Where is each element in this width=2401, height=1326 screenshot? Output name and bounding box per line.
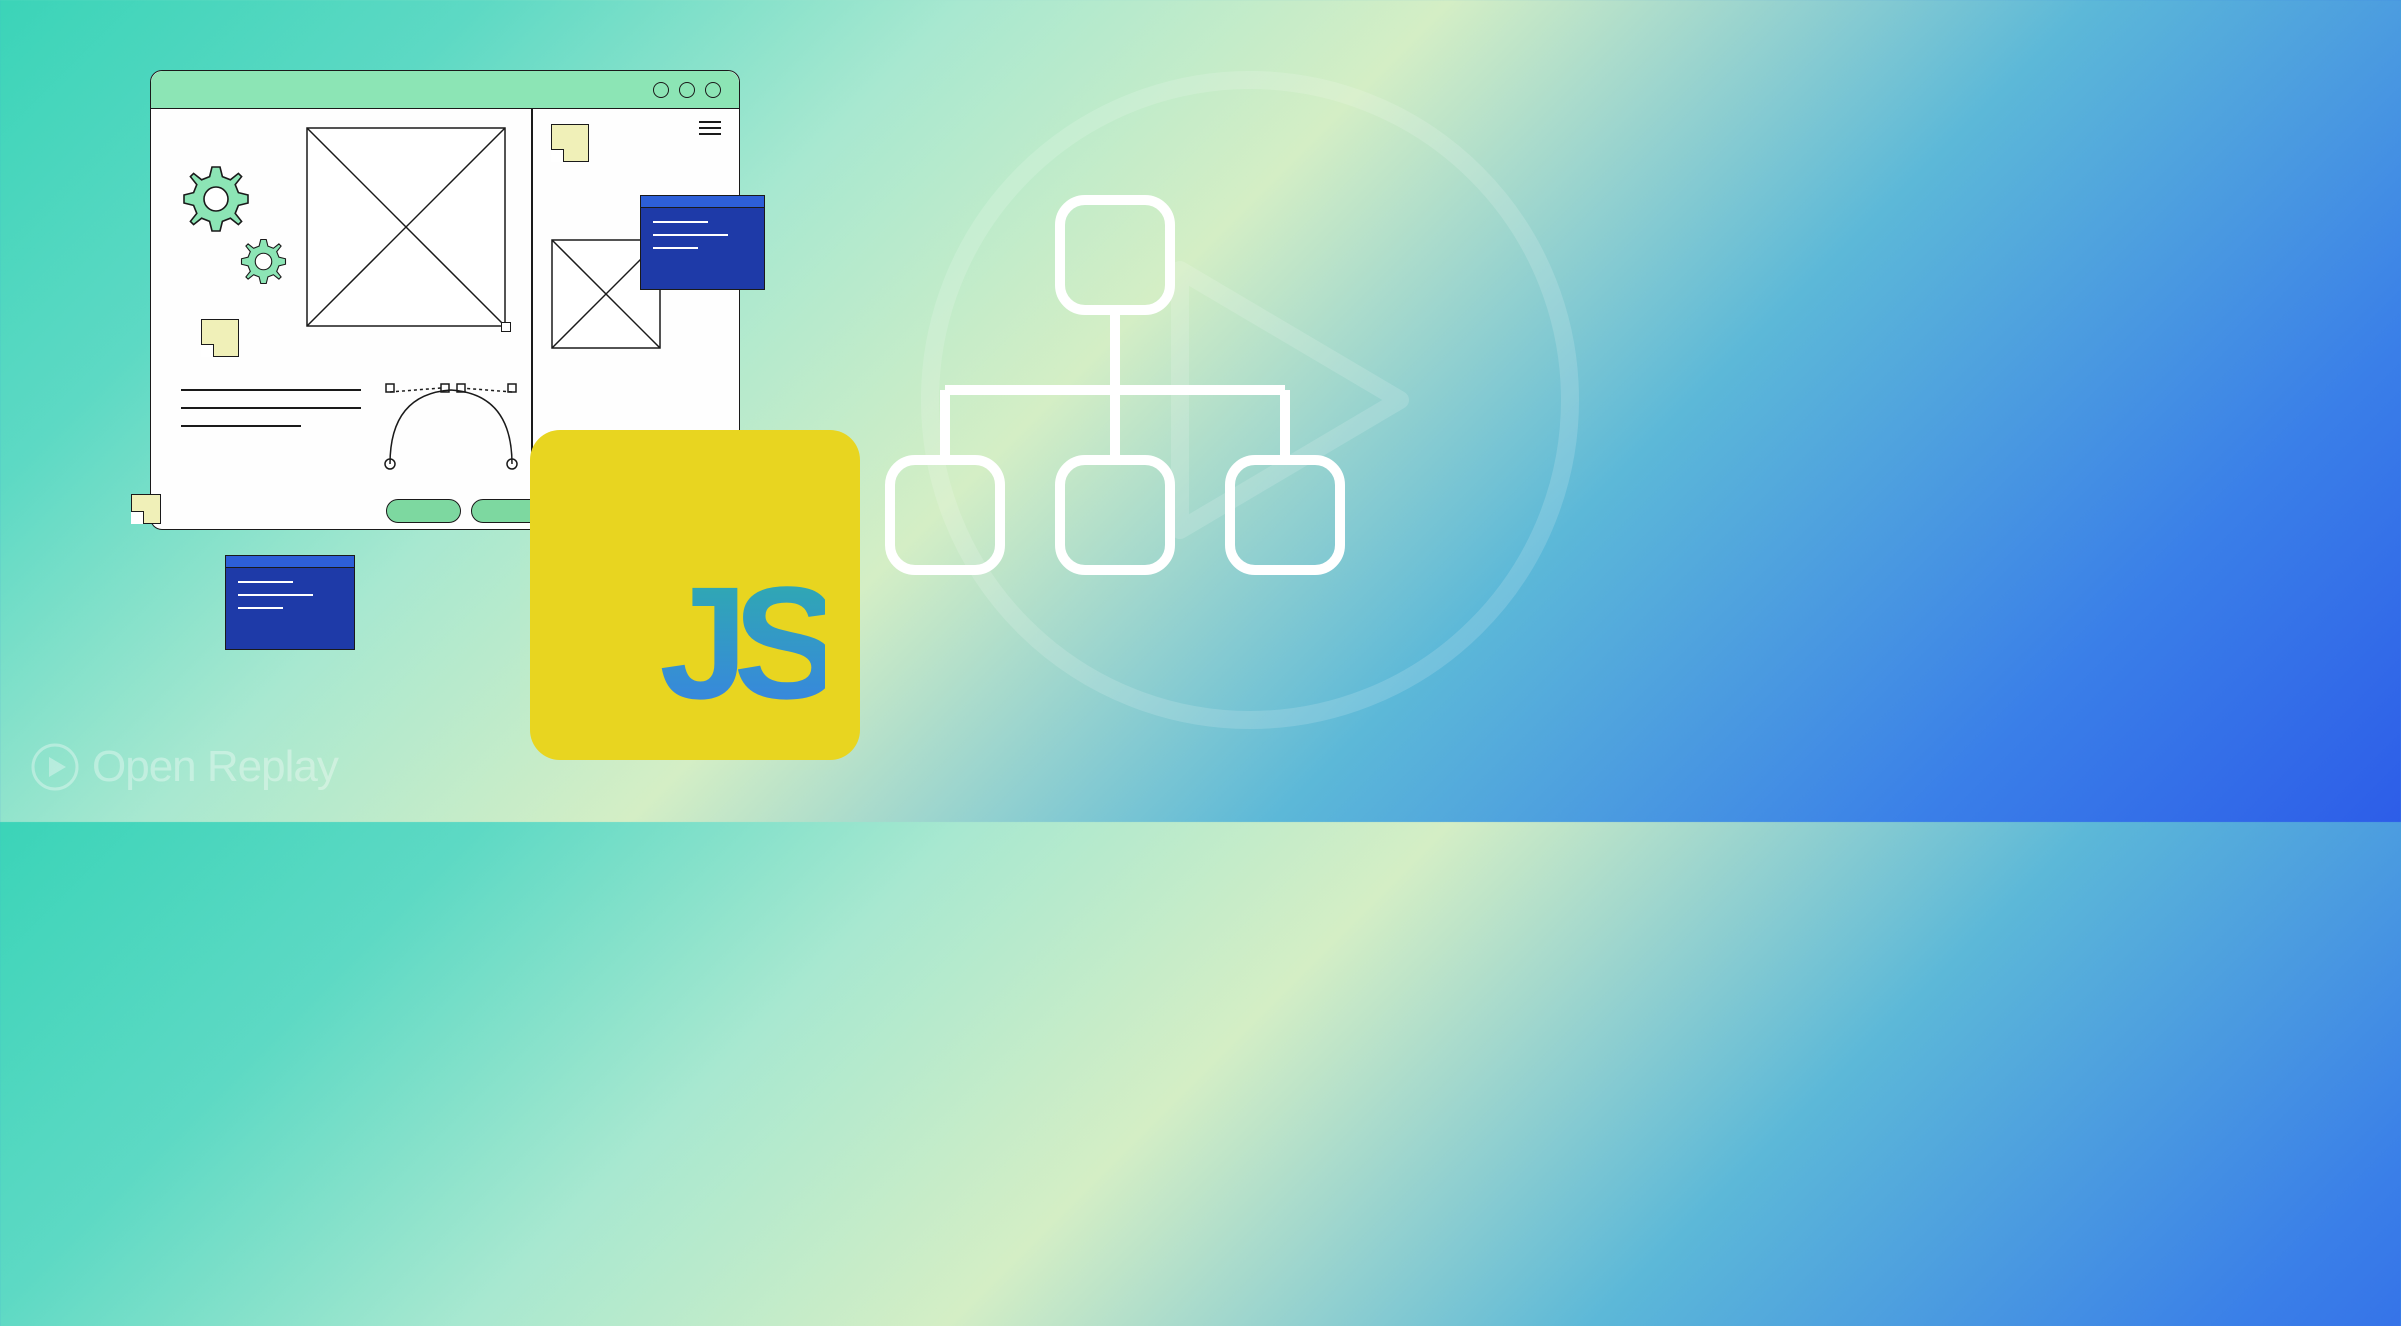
hamburger-icon xyxy=(699,121,721,139)
gear-large-icon xyxy=(176,159,256,239)
sticky-note-icon xyxy=(201,319,239,357)
hierarchy-tree-icon xyxy=(870,190,1350,610)
bezier-curve-icon xyxy=(381,379,521,479)
logo-text: Open Replay xyxy=(92,742,338,792)
crop-handle-icon xyxy=(501,322,511,332)
code-snippet xyxy=(640,195,765,290)
window-control-icon xyxy=(653,82,669,98)
text-line xyxy=(181,389,361,391)
window-control-icon xyxy=(705,82,721,98)
browser-titlebar xyxy=(151,71,739,109)
play-icon xyxy=(30,742,80,792)
text-line xyxy=(181,407,361,409)
javascript-logo: JS xyxy=(530,430,860,760)
sticky-note-icon xyxy=(131,494,161,524)
js-label: JS xyxy=(659,551,825,735)
gear-small-icon xyxy=(236,234,291,289)
wireframe-large xyxy=(306,127,506,327)
code-snippet xyxy=(225,555,355,650)
pill-button xyxy=(386,499,461,523)
sticky-note-icon xyxy=(551,124,589,162)
text-line xyxy=(181,425,301,427)
openreplay-logo: Open Replay xyxy=(30,742,338,792)
window-control-icon xyxy=(679,82,695,98)
